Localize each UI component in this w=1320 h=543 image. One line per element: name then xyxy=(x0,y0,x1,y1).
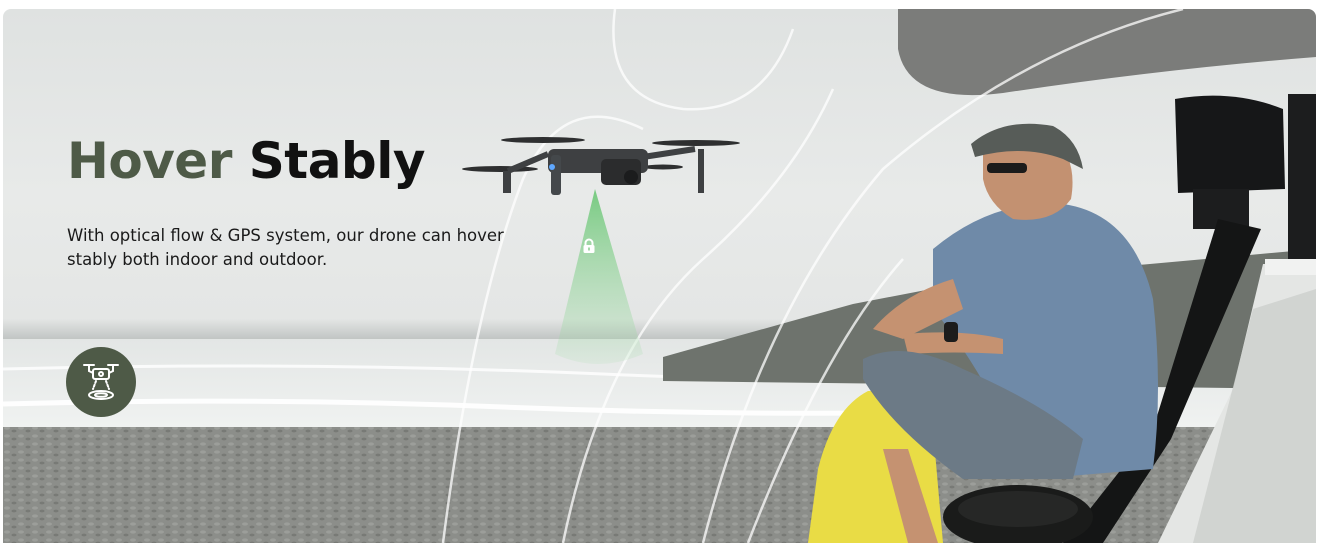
feature-badge xyxy=(66,347,136,417)
hero-banner: Hover Stably With optical flow & GPS sys… xyxy=(3,9,1316,543)
title-word-hover: Hover xyxy=(67,132,232,190)
hovering-drone-icon xyxy=(83,364,119,400)
lock-icon xyxy=(583,238,595,253)
dark-accent-shape xyxy=(898,9,1316,96)
drone xyxy=(462,137,740,195)
page-title: Hover Stably xyxy=(67,131,425,191)
feature-description: With optical flow & GPS system, our dron… xyxy=(67,226,504,269)
optical-flow-beam xyxy=(555,189,643,364)
beach-scene-illustration xyxy=(3,9,1316,543)
title-word-stably: Stably xyxy=(248,132,426,190)
